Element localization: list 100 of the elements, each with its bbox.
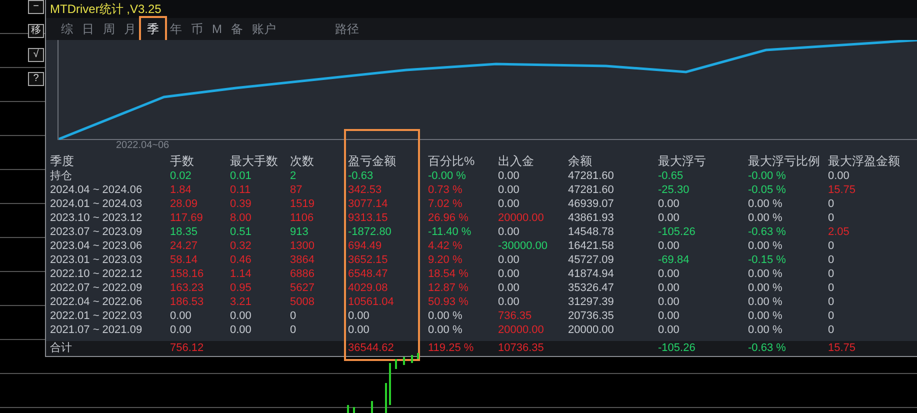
column-header: 出入金 xyxy=(498,153,535,169)
table-cell: 913 xyxy=(290,226,308,238)
table-cell: 1106 xyxy=(290,212,314,224)
tab[interactable]: 日 xyxy=(79,18,97,39)
table-cell: 2 xyxy=(290,170,296,182)
toolbar-button[interactable]: ? xyxy=(28,72,44,86)
table-cell: 58.14 xyxy=(170,254,198,266)
table-cell: 10736.35 xyxy=(498,342,544,354)
table-cell: 12.87 % xyxy=(428,282,468,294)
toolbar-button[interactable]: 移 xyxy=(28,24,44,38)
table-cell: 3077.14 xyxy=(348,198,388,210)
table-cell: 0.95 xyxy=(230,282,252,294)
table-cell: 0 xyxy=(290,310,296,322)
table-cell: 3.21 xyxy=(230,296,252,308)
tab[interactable]: 币 xyxy=(188,18,206,39)
column-header: 百分比% xyxy=(428,153,476,169)
table-cell: 0.01 xyxy=(230,170,252,182)
table-cell: 20000.00 xyxy=(498,212,544,224)
tab[interactable]: 月 xyxy=(121,18,139,39)
table-cell: -0.15 % xyxy=(748,254,786,266)
table-cell: 186.53 xyxy=(170,296,204,308)
column-header: 盈亏金额 xyxy=(348,153,397,169)
table-cell: 158.16 xyxy=(170,268,204,280)
table-cell: 0.00 xyxy=(658,212,680,224)
table-cell: 1.84 xyxy=(170,184,192,196)
table-cell: 0.00 % xyxy=(748,198,782,210)
table-cell: 0.00 xyxy=(498,226,520,238)
table-cell: 1.14 xyxy=(230,268,252,280)
table-cell: -0.65 xyxy=(658,170,684,182)
table-cell: -25.30 xyxy=(658,184,690,196)
table-cell: 0 xyxy=(828,198,834,210)
table-cell: 36544.62 xyxy=(348,342,394,354)
table-cell: 14548.78 xyxy=(568,226,614,238)
table-cell: 20736.35 xyxy=(568,310,614,322)
table-cell: -0.63 % xyxy=(748,226,786,238)
tab[interactable]: 账户 xyxy=(249,18,279,39)
table-cell: 0.32 xyxy=(230,240,252,252)
table-cell: 0.51 xyxy=(230,226,252,238)
table-cell: 0.00 % xyxy=(748,310,782,322)
table-cell: -105.26 xyxy=(658,342,696,354)
table-cell: 43861.93 xyxy=(568,212,614,224)
tab[interactable]: M xyxy=(209,18,225,39)
table-cell: 694.49 xyxy=(348,240,382,252)
table-cell: 119.25 % xyxy=(428,342,474,354)
table-cell: 0.00 xyxy=(498,268,520,280)
tab[interactable]: 路径 xyxy=(332,18,362,39)
column-header: 季度 xyxy=(50,153,75,169)
table-cell: 117.69 xyxy=(170,212,203,224)
column-header: 余额 xyxy=(568,153,593,169)
tab[interactable]: 季 xyxy=(142,18,164,39)
table-cell: 1300 xyxy=(290,240,314,252)
table-cell: 0.00 xyxy=(658,310,680,322)
column-header: 次数 xyxy=(290,153,315,169)
table-cell: 8.00 xyxy=(230,212,252,224)
table-cell: -0.05 % xyxy=(748,184,786,196)
table-cell: 0.02 xyxy=(170,170,192,182)
table-cell: 47281.60 xyxy=(568,170,614,182)
column-header: 手数 xyxy=(170,153,195,169)
table-cell: 342.53 xyxy=(348,184,382,196)
table-cell: 0.00 xyxy=(498,282,520,294)
table-cell: 41874.94 xyxy=(568,268,614,280)
table-cell: 0.00 xyxy=(658,268,680,280)
table-cell: 0.73 % xyxy=(428,184,462,196)
table-cell: 2021.07 ~ 2021.09 xyxy=(50,324,142,336)
table-cell: 45727.09 xyxy=(568,254,614,266)
tab[interactable]: 综 xyxy=(58,18,76,39)
table-cell: 0 xyxy=(828,268,834,280)
table-cell: 2022.04 ~ 2022.06 xyxy=(50,296,142,308)
table-cell: 46939.07 xyxy=(568,198,614,210)
table-cell: 9313.15 xyxy=(348,212,388,224)
table-cell: 0.00 xyxy=(170,310,192,322)
window-title: MTDriver统计 ,V3.25 xyxy=(46,0,917,18)
table-cell: 18.54 % xyxy=(428,268,468,280)
table-cell: 0 xyxy=(828,212,834,224)
table-cell: -0.00 % xyxy=(748,170,786,182)
table-cell: 0.00 xyxy=(498,198,520,210)
tab[interactable]: 备 xyxy=(228,18,246,39)
table-cell: 0.46 xyxy=(230,254,252,266)
table-cell: 0.00 xyxy=(658,296,680,308)
axis-label: 2022.04~06 xyxy=(116,140,170,151)
tab[interactable]: 年 xyxy=(167,18,185,39)
table-cell: 0 xyxy=(290,324,296,336)
table-cell: 0.00 xyxy=(498,184,520,196)
table-cell: 6548.47 xyxy=(348,268,388,280)
toolbar-button[interactable]: √ xyxy=(28,48,44,62)
table-cell: 15.75 xyxy=(828,184,856,196)
column-header: 最大浮亏 xyxy=(658,153,707,169)
table-cell: 0.00 xyxy=(230,324,252,336)
table-cell: 10561.04 xyxy=(348,296,394,308)
table-cell: 7.02 % xyxy=(428,198,462,210)
table-cell: 20000.00 xyxy=(498,324,544,336)
tab[interactable]: 周 xyxy=(100,18,118,39)
table-cell: 20000.00 xyxy=(568,324,614,336)
table-cell: -0.63 % xyxy=(748,342,786,354)
table-cell: 0.00 xyxy=(348,324,370,336)
table-cell: 合计 xyxy=(50,342,72,354)
toolbar-button[interactable]: − xyxy=(28,0,44,14)
table-cell: 0.00 % xyxy=(428,310,462,322)
table-cell: 3652.15 xyxy=(348,254,388,266)
table-cell: 5627 xyxy=(290,282,314,294)
